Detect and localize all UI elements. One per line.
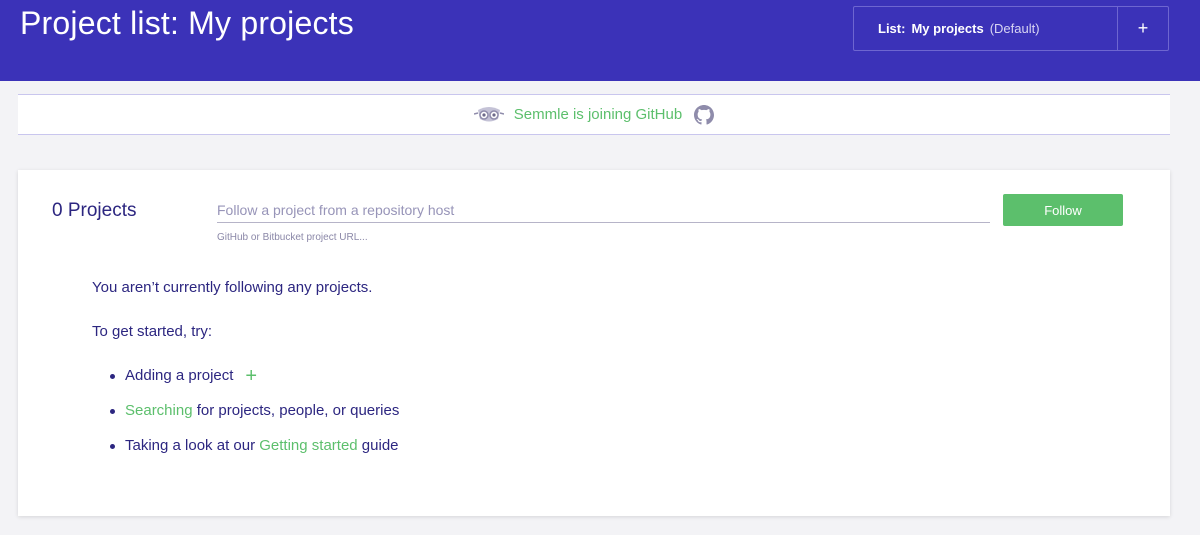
suggestion-search: Searching for projects, people, or queri… [108,393,399,428]
project-count: 0 Projects [52,200,137,221]
add-list-button[interactable]: + [1118,7,1168,50]
suggestion-guide: Taking a look at our Getting started gui… [108,428,399,463]
page-title: Project list: My projects [20,5,354,41]
suggestion-list: Adding a project + Searching for project… [108,358,399,463]
semmle-owl-icon [473,106,504,121]
getting-started-link[interactable]: Getting started [259,437,357,454]
suggestion-search-text: for projects, people, or queries [192,402,400,419]
list-selector-dropdown[interactable]: List: My projects (Default) [854,7,1118,50]
list-selector-prefix: List: [878,21,906,36]
github-icon[interactable] [694,104,715,125]
projects-card: 0 Projects GitHub or Bitbucket project U… [18,170,1170,516]
header-bar: Project list: My projects List: My proje… [0,0,1200,81]
follow-project-input[interactable] [217,198,990,223]
list-selector[interactable]: List: My projects (Default) + [853,6,1169,51]
suggestion-add-project-text: Adding a project [125,367,234,384]
suggestion-guide-prefix: Taking a look at our [125,437,260,454]
follow-input-hint: GitHub or Bitbucket project URL... [217,232,368,243]
list-selector-name: My projects [911,21,984,36]
suggestion-add-project: Adding a project + [108,358,399,393]
searching-link[interactable]: Searching [125,402,193,419]
plus-icon[interactable]: + [245,366,257,386]
banner-link[interactable]: Semmle is joining GitHub [514,106,682,123]
get-started-prompt: To get started, try: [92,323,213,340]
announcement-banner: Semmle is joining GitHub [18,94,1170,135]
follow-button[interactable]: Follow [1003,194,1123,226]
empty-state-message: You aren’t currently following any proje… [92,279,373,296]
suggestion-guide-suffix: guide [357,437,399,454]
list-selector-default-tag: (Default) [989,21,1040,36]
